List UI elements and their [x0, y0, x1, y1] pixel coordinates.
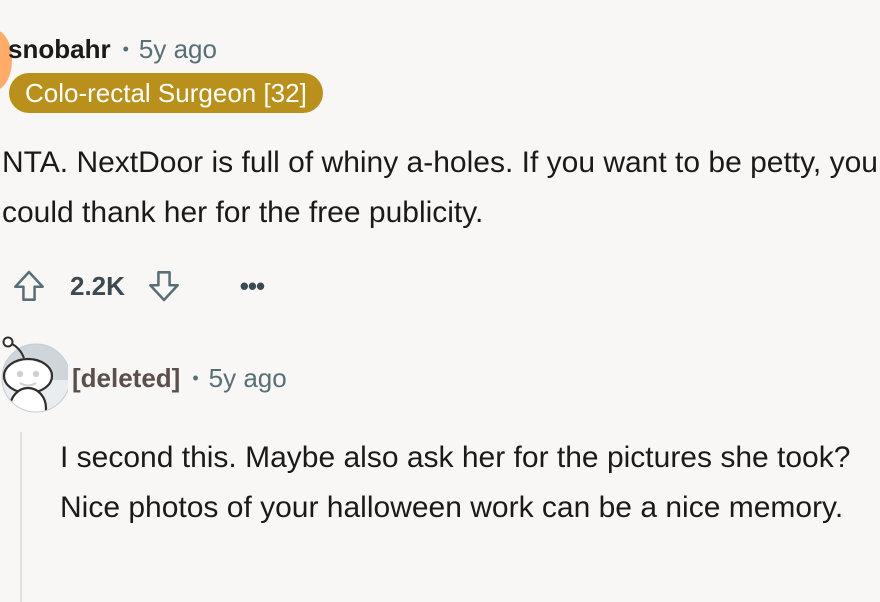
avatar[interactable] [0, 336, 71, 414]
downvote-button[interactable] [145, 266, 183, 306]
arrow-up-outline-icon [14, 270, 44, 301]
comment-action-bar: 2.2K ••• [10, 264, 267, 308]
comment-thread: snobahr • 5y ago Colo-rectal Surgeon [32… [0, 0, 880, 602]
comment-meta: [deleted] • 5y ago [72, 360, 287, 396]
comment-author: [deleted] [72, 362, 181, 393]
meta-separator: • [122, 38, 129, 59]
more-options-button[interactable]: ••• [237, 266, 267, 306]
arrow-down-outline-icon [148, 271, 179, 302]
vote-score: 2.2K [70, 270, 125, 301]
comment-meta: snobahr • 5y ago [8, 32, 217, 66]
snoo-icon [1, 336, 71, 413]
ellipsis-icon: ••• [239, 270, 265, 301]
user-flair-badge: Colo-rectal Surgeon [32] [9, 73, 323, 113]
comment-timestamp[interactable]: 5y ago [209, 363, 287, 394]
comment-body: NTA. NextDoor is full of whiny a-holes. … [2, 146, 878, 229]
upvote-button[interactable] [10, 266, 48, 306]
comment-body: I second this. Maybe also ask her for th… [60, 441, 851, 524]
comment-author-link[interactable]: snobahr [8, 34, 111, 65]
thread-line[interactable] [20, 432, 22, 602]
comment-timestamp[interactable]: 5y ago [139, 34, 217, 65]
meta-separator: • [192, 367, 199, 388]
